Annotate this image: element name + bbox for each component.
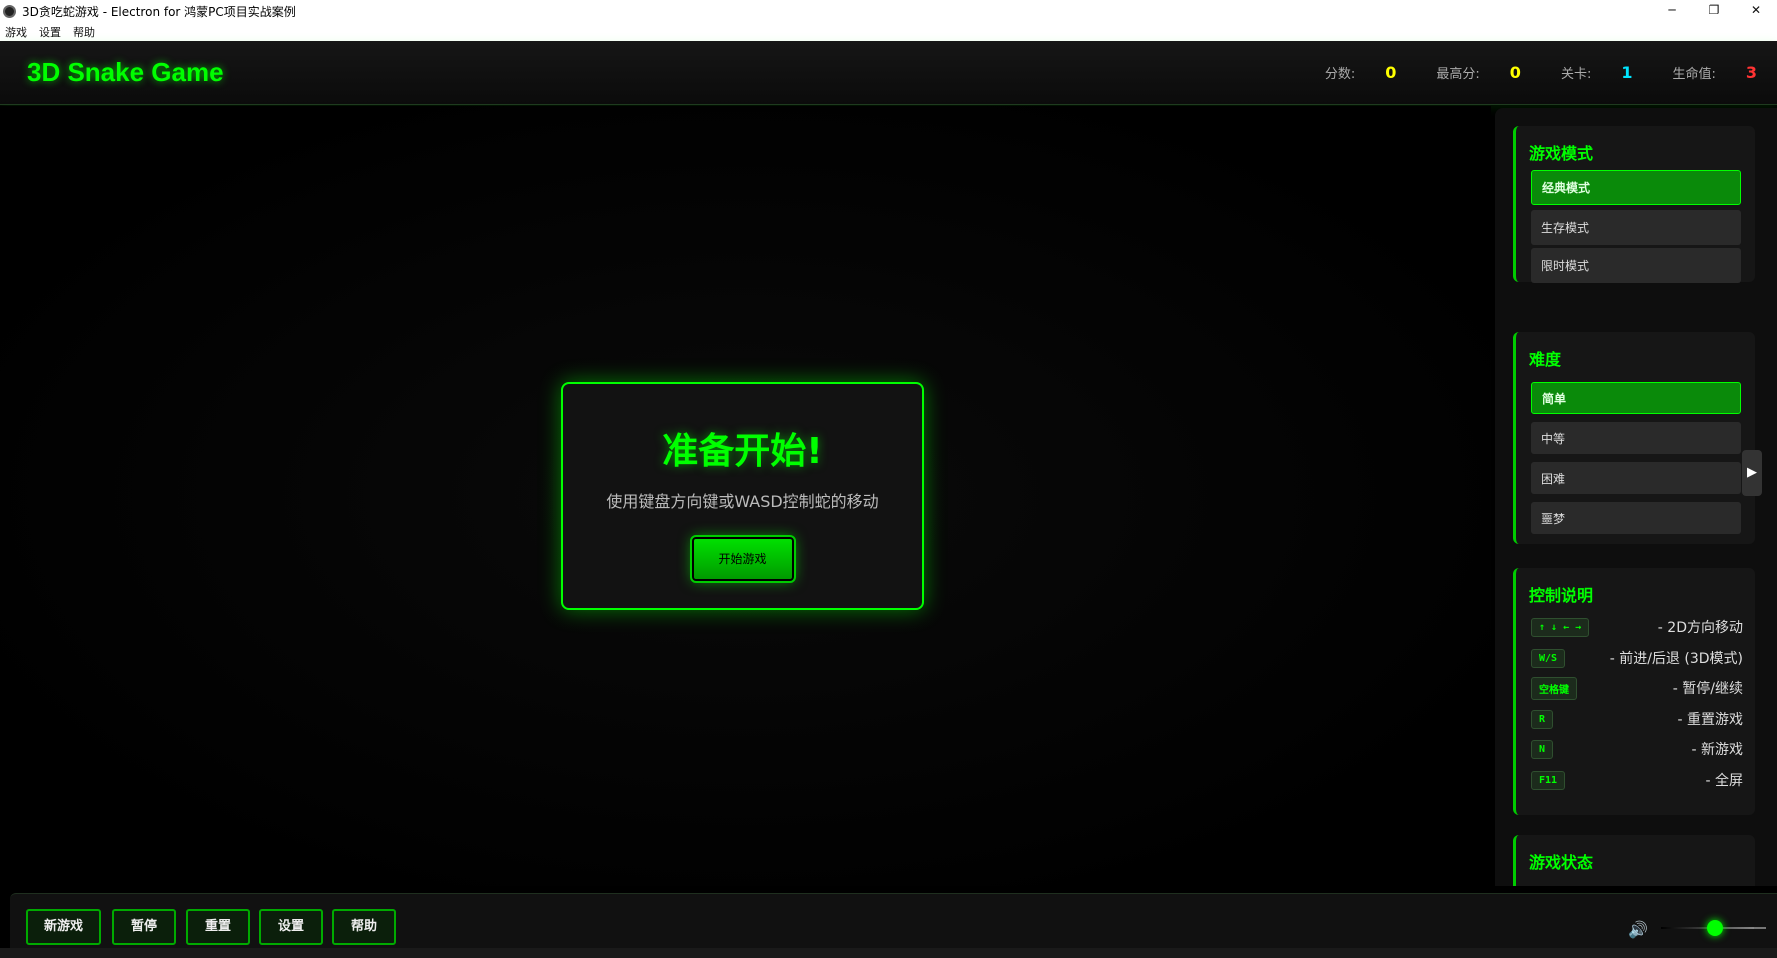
scroll-arrow-icon[interactable]: ▶ xyxy=(1742,450,1762,496)
mode-option-classic[interactable]: 经典模式 xyxy=(1531,170,1741,205)
controls-title: 控制说明 xyxy=(1529,586,1594,605)
app-icon xyxy=(3,4,16,18)
close-icon[interactable]: ✕ xyxy=(1735,0,1777,22)
control-desc: - 2D方向移动 xyxy=(1657,620,1743,636)
restore-icon[interactable]: ❐ xyxy=(1693,0,1735,22)
high-score-value: 0 xyxy=(1509,63,1521,82)
difficulty-panel: 难度 简单 中等 困难 噩梦 ▶ xyxy=(1513,332,1762,544)
reset-button[interactable]: 重置 xyxy=(186,909,250,945)
window-title: 3D贪吃蛇游戏 - Electron for 鸿蒙PC项目实战案例 xyxy=(22,4,296,19)
lives-label: 生命值: xyxy=(1672,67,1716,82)
mode-option-timed[interactable]: 限时模式 xyxy=(1531,248,1741,283)
stats-bar: 分数: 0 最高分: 0 关卡: 1 生命值: 3 xyxy=(1325,63,1757,82)
menu-settings[interactable]: 设置 xyxy=(39,24,61,40)
control-desc: - 前进/后退 (3D模式) xyxy=(1609,651,1743,667)
difficulty-option-medium[interactable]: 中等 xyxy=(1531,422,1741,454)
difficulty-option-hard[interactable]: 困难 xyxy=(1531,462,1741,494)
new-game-button[interactable]: 新游戏 xyxy=(26,909,101,945)
ready-instructions: 使用键盘方向键或WASD控制蛇的移动 xyxy=(606,492,879,511)
control-desc: - 重置游戏 xyxy=(1677,712,1743,728)
ws-key-icon: W/S xyxy=(1531,648,1566,668)
level-label: 关卡: xyxy=(1560,67,1592,82)
control-row: ↑ ↓ ← → - 2D方向移动 xyxy=(1531,616,1743,638)
volume-slider-rest xyxy=(1754,927,1766,929)
game-mode-panel: 游戏模式 经典模式 生存模式 限时模式 xyxy=(1513,126,1755,283)
control-desc: - 全屏 xyxy=(1705,773,1743,789)
difficulty-title: 难度 xyxy=(1529,350,1562,369)
volume-slider-thumb[interactable] xyxy=(1706,920,1723,936)
game-title: 3D Snake Game xyxy=(27,57,224,87)
game-status-title: 游戏状态 xyxy=(1529,853,1594,872)
game-header: 3D Snake Game 分数: 0 最高分: 0 关卡: 1 生命值: 3 xyxy=(0,41,1777,105)
help-button[interactable]: 帮助 xyxy=(332,909,396,945)
window-controls: ─ ❐ ✕ xyxy=(1651,0,1777,22)
window-titlebar: 3D贪吃蛇游戏 - Electron for 鸿蒙PC项目实战案例 ─ ❐ ✕ xyxy=(0,0,1777,22)
level-value: 1 xyxy=(1621,63,1633,82)
bottom-toolbar: 新游戏 暂停 重置 设置 帮助 🔊 xyxy=(10,893,1777,948)
minimize-icon[interactable]: ─ xyxy=(1651,0,1693,22)
f11-key-icon: F11 xyxy=(1531,770,1566,790)
lives-value: 3 xyxy=(1745,63,1757,82)
status-strip xyxy=(0,948,1777,958)
mode-option-survival[interactable]: 生存模式 xyxy=(1531,210,1741,245)
r-key-icon: R xyxy=(1531,709,1554,729)
control-row: N - 新游戏 xyxy=(1531,738,1743,760)
ready-modal: 准备开始! 使用键盘方向键或WASD控制蛇的移动 开始游戏 xyxy=(561,382,924,610)
arrow-keys-icon: ↑ ↓ ← → xyxy=(1531,617,1590,637)
ready-title: 准备开始! xyxy=(662,431,823,472)
pause-button[interactable]: 暂停 xyxy=(112,909,176,945)
score-label: 分数: xyxy=(1324,67,1356,82)
menu-game[interactable]: 游戏 xyxy=(5,24,27,40)
control-row: R - 重置游戏 xyxy=(1531,708,1743,730)
control-row: 空格键 - 暂停/继续 xyxy=(1531,676,1743,700)
control-row: W/S - 前进/后退 (3D模式) xyxy=(1531,647,1743,669)
settings-button[interactable]: 设置 xyxy=(259,909,323,945)
sidebar: 游戏模式 经典模式 生存模式 限时模式 难度 简单 中等 困难 噩梦 ▶ 控制说… xyxy=(1495,108,1777,886)
controls-panel: 控制说明 ↑ ↓ ← → - 2D方向移动 W/S - 前进/后退 (3D模式)… xyxy=(1513,568,1755,815)
n-key-icon: N xyxy=(1531,739,1554,759)
menu-bar: 游戏 设置 帮助 xyxy=(0,22,1777,41)
game-status-panel: 游戏状态 xyxy=(1513,835,1755,886)
volume-icon[interactable]: 🔊 xyxy=(1628,920,1648,939)
game-mode-title: 游戏模式 xyxy=(1529,144,1594,163)
space-key-icon: 空格键 xyxy=(1531,676,1577,700)
start-game-button[interactable]: 开始游戏 xyxy=(689,535,796,583)
score-value: 0 xyxy=(1385,63,1397,82)
control-desc: - 新游戏 xyxy=(1691,742,1743,758)
menu-help[interactable]: 帮助 xyxy=(73,24,95,40)
control-row: F11 - 全屏 xyxy=(1531,769,1743,791)
difficulty-option-nightmare[interactable]: 噩梦 xyxy=(1531,502,1741,534)
difficulty-option-easy[interactable]: 简单 xyxy=(1531,382,1741,414)
high-score-label: 最高分: xyxy=(1436,67,1480,82)
control-desc: - 暂停/继续 xyxy=(1672,681,1743,697)
